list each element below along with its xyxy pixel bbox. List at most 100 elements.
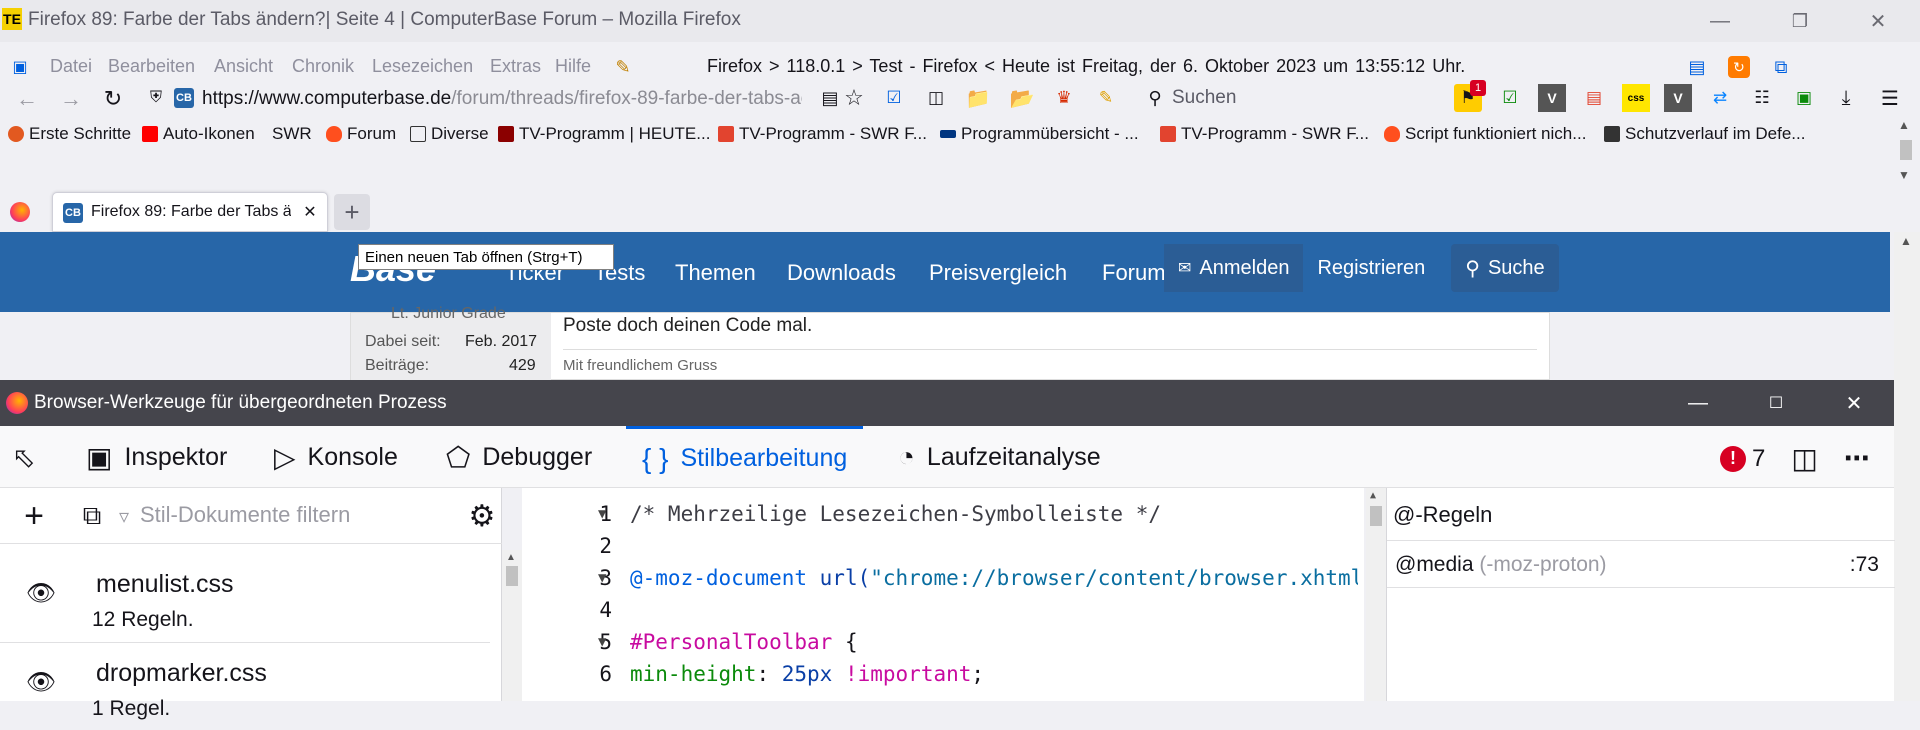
hamburger-menu-icon[interactable]: ☰ bbox=[1876, 84, 1904, 112]
scroll-thumb[interactable] bbox=[1900, 140, 1912, 160]
menu-app-icon[interactable]: ▣ bbox=[10, 58, 30, 76]
nav-downloads[interactable]: Downloads bbox=[787, 260, 896, 286]
bookmark-item[interactable]: Programmübersicht - ... bbox=[940, 124, 1139, 144]
sync-icon[interactable]: ⇄ bbox=[1706, 84, 1734, 112]
downloads-icon[interactable]: ⤓ bbox=[1832, 84, 1860, 112]
fold-arrow-icon[interactable]: ▼ bbox=[598, 634, 606, 650]
new-tab-button[interactable]: + bbox=[334, 194, 370, 230]
nav-preisvergleich[interactable]: Preisvergleich bbox=[929, 260, 1067, 286]
stylesheets-scrollbar[interactable]: ▲ bbox=[502, 550, 522, 701]
bookmarks-scrollbar[interactable]: ▲ ▼ bbox=[1892, 116, 1920, 190]
close-button[interactable]: ✕ bbox=[1848, 6, 1908, 36]
back-icon[interactable]: ← bbox=[12, 84, 42, 114]
bookmark-item[interactable]: Script funktioniert nich... bbox=[1384, 124, 1586, 144]
tab-close-icon[interactable]: ✕ bbox=[299, 201, 321, 223]
bookmark-folder[interactable]: Diverse bbox=[410, 124, 489, 144]
screens-icon[interactable]: ⧉ bbox=[1770, 56, 1792, 78]
eye-icon[interactable]: 👁 bbox=[24, 667, 58, 697]
register-button[interactable]: Registrieren bbox=[1303, 244, 1440, 292]
folder-icon[interactable]: 📁 bbox=[964, 84, 992, 112]
bookmark-star-icon[interactable]: ☆ bbox=[840, 84, 868, 112]
tab-laufzeitanalyse[interactable]: ◔ Laufzeitanalyse bbox=[898, 426, 1101, 488]
menu-chronik[interactable]: Chronik bbox=[292, 56, 354, 77]
fold-arrow-icon[interactable]: ▼ bbox=[598, 506, 606, 522]
media-rule-line[interactable]: :73 bbox=[1850, 553, 1879, 577]
css-addon-icon[interactable]: css bbox=[1622, 84, 1650, 112]
devtools-maximize-button[interactable]: ☐ bbox=[1746, 388, 1806, 418]
page-scrollbar[interactable]: ▲ bbox=[1894, 232, 1920, 701]
tab-debugger[interactable]: ⬠ Debugger bbox=[446, 426, 592, 488]
tab-active[interactable]: CB Firefox 89: Farbe der Tabs ändern? ✕ bbox=[52, 192, 328, 232]
bookmark-item[interactable]: Forum bbox=[326, 124, 396, 144]
scroll-down-icon[interactable]: ▼ bbox=[1898, 168, 1910, 182]
scroll-up-icon[interactable]: ▲ bbox=[506, 552, 516, 563]
bookmark-item[interactable]: TV-Programm - SWR F... bbox=[718, 124, 927, 144]
at-rule-item[interactable]: @media (-moz-proton) :73 bbox=[1387, 540, 1895, 588]
scroll-thumb[interactable] bbox=[506, 566, 518, 586]
sidebar-toggle-icon[interactable]: ▤ bbox=[1686, 56, 1708, 78]
bookmark-item[interactable]: SWR bbox=[272, 124, 312, 144]
menu-lesezeichen[interactable]: Lesezeichen bbox=[372, 56, 473, 77]
menu-extras[interactable]: Extras bbox=[490, 56, 541, 77]
bookmark-item[interactable]: TV-Programm - SWR F... bbox=[1160, 124, 1369, 144]
element-picker-icon[interactable]: ⬁ bbox=[12, 426, 35, 488]
bookmark-item[interactable]: Erste Schritte bbox=[8, 124, 131, 144]
scroll-thumb[interactable] bbox=[1370, 506, 1382, 526]
tab-inspektor[interactable]: ▣ Inspektor bbox=[86, 426, 227, 488]
reload-icon[interactable]: ↻ bbox=[98, 84, 128, 114]
stylesheet-filter-input[interactable]: Stil-Dokumente filtern bbox=[140, 502, 350, 528]
url-text[interactable]: https://www.computerbase.de/forum/thread… bbox=[202, 88, 802, 110]
nav-forum[interactable]: Forum bbox=[1102, 260, 1166, 286]
search-box[interactable]: ⚲ Suchen bbox=[1136, 82, 1440, 114]
menu-bearbeiten[interactable]: Bearbeiten bbox=[108, 56, 195, 77]
minimize-button[interactable]: — bbox=[1690, 6, 1750, 36]
fold-arrow-icon[interactable]: ▼ bbox=[598, 570, 606, 586]
scroll-up-icon[interactable]: ▲ bbox=[1370, 490, 1376, 501]
stylesheet-item[interactable]: 👁 dropmarker.css 1 Regel. bbox=[0, 642, 490, 730]
addon-v2-icon[interactable]: V bbox=[1664, 84, 1692, 112]
stylesheet-item[interactable]: 👁 menulist.css 12 Regeln. bbox=[0, 554, 490, 642]
addon-v-icon[interactable]: V bbox=[1538, 84, 1566, 112]
bookmark-item[interactable]: Schutzverlauf im Defe... bbox=[1604, 124, 1805, 144]
url-bar[interactable]: ⛨ CB https://www.computerbase.de/forum/t… bbox=[140, 82, 820, 114]
settings-gear-icon[interactable]: ⚙ bbox=[464, 498, 500, 534]
reload-addon-icon[interactable]: ↻ bbox=[1728, 56, 1750, 78]
more-options-icon[interactable]: ⋯ bbox=[1844, 443, 1870, 474]
firefox-view-icon[interactable] bbox=[10, 202, 30, 222]
eye-icon[interactable]: 👁 bbox=[24, 578, 58, 608]
scroll-up-icon[interactable]: ▲ bbox=[1900, 234, 1912, 248]
dock-layout-icon[interactable]: ◫ bbox=[1791, 442, 1817, 475]
sidebar-icon[interactable]: ◫ bbox=[922, 84, 950, 112]
nav-themen[interactable]: Themen bbox=[675, 260, 756, 286]
addon-4-icon[interactable]: ☑ bbox=[1496, 84, 1524, 112]
extensions-icon[interactable]: ☷ bbox=[1748, 84, 1776, 112]
restore-button[interactable]: ❐ bbox=[1770, 6, 1830, 36]
brush-icon[interactable]: ✎ bbox=[1092, 84, 1120, 112]
tab-stilbearbeitung[interactable]: { } Stilbearbeitung bbox=[626, 426, 864, 488]
addon-1-icon[interactable]: ☑ bbox=[880, 84, 908, 112]
bookmark-item[interactable]: TV-Programm | HEUTE... bbox=[498, 124, 710, 144]
site-search-button[interactable]: ⚲ Suche bbox=[1451, 244, 1559, 292]
error-counter[interactable]: ! 7 bbox=[1720, 445, 1765, 473]
devtools-minimize-button[interactable]: — bbox=[1668, 388, 1728, 418]
chat-icon: ✉ bbox=[1178, 260, 1192, 277]
forward-icon[interactable]: → bbox=[56, 84, 86, 114]
scroll-up-icon[interactable]: ▲ bbox=[1898, 118, 1910, 132]
addon-2-icon[interactable]: ♛ bbox=[1050, 84, 1078, 112]
addon-scroll-icon[interactable]: ▤ bbox=[1580, 84, 1608, 112]
open-folder-icon[interactable]: 📂 bbox=[1008, 84, 1036, 112]
screenshot-icon[interactable]: ▣ bbox=[1790, 84, 1818, 112]
tab-konsole[interactable]: ▷ Konsole bbox=[274, 426, 398, 488]
bookmark-item[interactable]: Auto-Ikonen bbox=[142, 124, 255, 144]
import-stylesheet-icon[interactable]: ⧉ bbox=[74, 500, 110, 532]
add-stylesheet-icon[interactable]: + bbox=[16, 497, 52, 535]
shield-icon[interactable]: ⛨ bbox=[146, 88, 166, 108]
notes-icon[interactable]: ✎ bbox=[612, 56, 634, 78]
menu-datei[interactable]: Datei bbox=[50, 56, 92, 77]
menu-hilfe[interactable]: Hilfe bbox=[555, 56, 591, 77]
devtools-close-button[interactable]: ✕ bbox=[1824, 388, 1884, 418]
editor-scrollbar[interactable]: ▲ bbox=[1366, 488, 1386, 701]
menu-ansicht[interactable]: Ansicht bbox=[214, 56, 273, 77]
code-editor[interactable]: 1 2 3 4 5 6 ▼ ▼ ▼ /* Mehrzeilige Lesezei… bbox=[522, 488, 1386, 701]
login-button[interactable]: ✉ Anmelden bbox=[1164, 244, 1304, 292]
